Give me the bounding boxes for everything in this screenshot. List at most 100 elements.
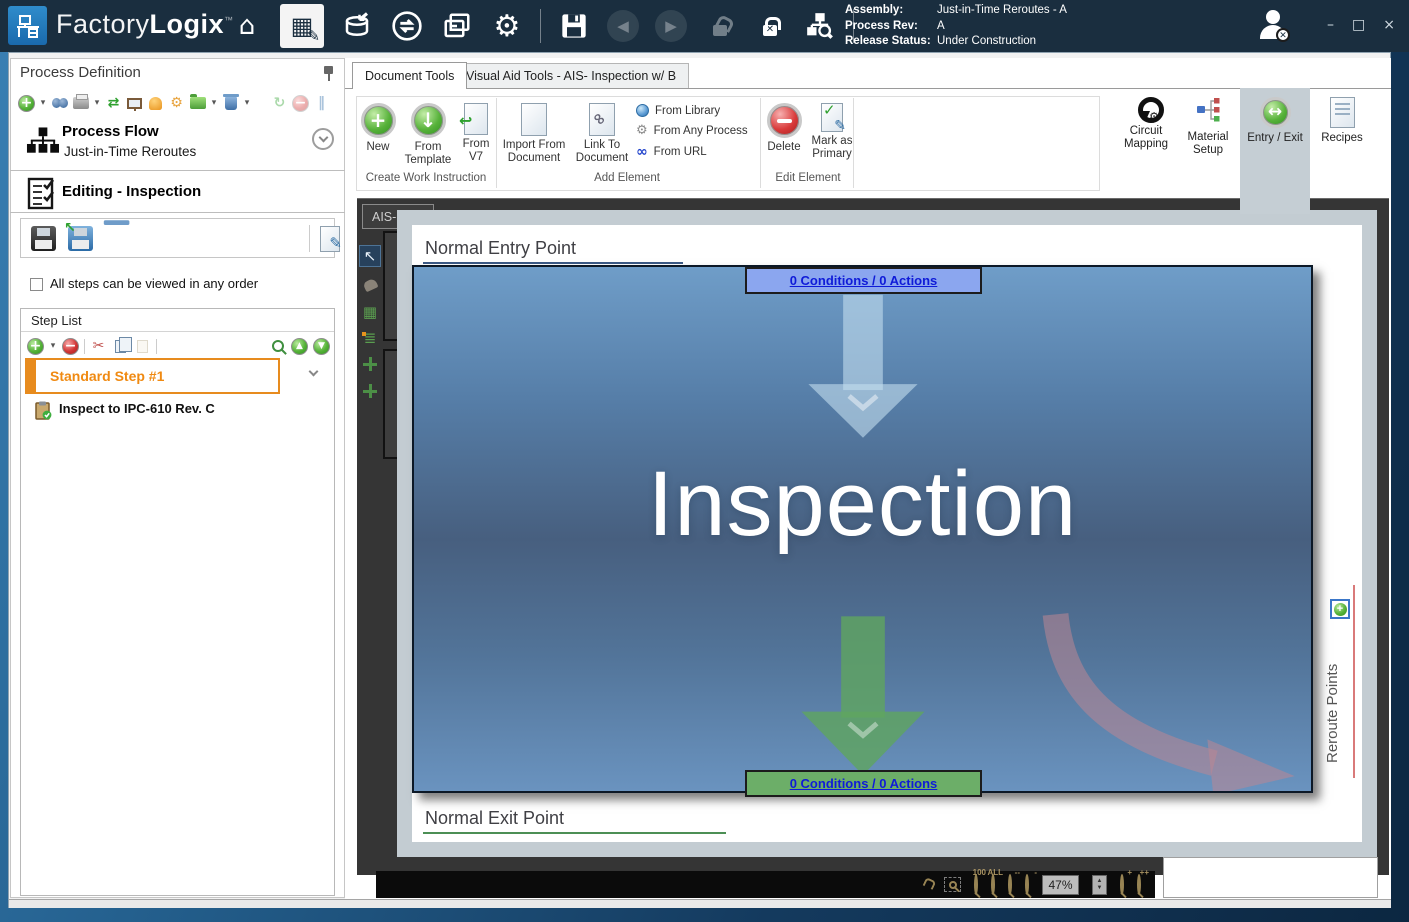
process-editor-icon[interactable]: ▦ ✎ [280, 4, 324, 48]
any-order-checkbox[interactable] [30, 278, 43, 291]
exit-underline [423, 832, 726, 834]
zoom-in-icon[interactable]: + [1120, 876, 1124, 894]
any-order-label: All steps can be viewed in any order [50, 276, 258, 291]
grid-tool-icon[interactable]: ▦ [359, 301, 381, 323]
exit-conditions-badge[interactable]: 0 Conditions / 0 Actions [745, 770, 982, 797]
recipes-button[interactable]: Recipes [1312, 97, 1372, 145]
titlebar: FactoryLogix™ ⌂ ▦ ✎ ⚙ [0, 0, 1409, 52]
entry-underline [423, 262, 683, 264]
process-rev-label: Process Rev: [845, 19, 937, 35]
documents-icon[interactable] [440, 9, 474, 43]
zoom-out-fast-icon[interactable]: -- [1008, 876, 1012, 894]
tab-document-tools[interactable]: Document Tools [352, 62, 467, 89]
export-dropdown-icon[interactable]: ▾ [210, 95, 218, 112]
circuit-mapping-button[interactable]: ⚙ Circuit Mapping [1113, 97, 1179, 151]
from-any-process-button[interactable]: ⚙From Any Process [636, 123, 748, 138]
reroute-config-icon[interactable]: ⇄ [105, 95, 122, 112]
move-down-icon[interactable]: ▼ [313, 338, 330, 355]
select-tool-icon[interactable]: ↖ [359, 245, 381, 267]
mark-as-primary-button[interactable]: ✓ ✎ Mark as Primary [806, 103, 858, 161]
entry-exit-button[interactable]: ↔ Entry / Exit [1240, 97, 1310, 145]
export-icon[interactable] [189, 95, 206, 112]
minimize-button[interactable]: – [1327, 17, 1334, 33]
save-import-icon[interactable]: ↖ [68, 226, 93, 251]
group-label-add: Add Element [497, 172, 757, 184]
print-dropdown-icon[interactable]: ▾ [93, 95, 101, 112]
from-url-button[interactable]: ∞From URL [636, 144, 748, 160]
add-reroute-button[interactable]: + [1330, 599, 1350, 619]
zoom-selection-icon[interactable] [944, 877, 961, 892]
import-from-document-button[interactable]: Import From Document [500, 103, 568, 165]
process-rev-value: A [937, 19, 945, 35]
recipes-icon [1330, 97, 1355, 128]
from-library-button[interactable]: From Library [636, 104, 748, 117]
entry-conditions-link[interactable]: 0 Conditions / 0 Actions [790, 273, 938, 288]
move-tool-icon[interactable] [359, 380, 381, 402]
pan-tool-icon[interactable] [359, 274, 381, 296]
zoom-all-icon[interactable]: ALL [991, 876, 995, 894]
add-dropdown-icon[interactable]: ▾ [39, 95, 47, 112]
from-template-button[interactable]: ↓ From Template [399, 103, 457, 167]
settings-gear-icon[interactable]: ⚙ [490, 9, 524, 43]
move-remove-tool-icon[interactable] [359, 353, 381, 375]
add-element-small-buttons: From Library ⚙From Any Process ∞From URL [636, 104, 748, 160]
zoom-in-fast-icon[interactable]: ++ [1137, 876, 1141, 894]
step-expand-chevron-icon[interactable] [309, 367, 319, 377]
delete-process-icon[interactable] [222, 95, 239, 112]
material-setup-button[interactable]: Material Setup [1179, 97, 1237, 157]
group-label-create: Create Work Instruction [357, 172, 495, 184]
presentation-icon[interactable] [126, 95, 143, 112]
add-step-dropdown-icon[interactable]: ▾ [49, 338, 57, 355]
back-icon[interactable]: ◀ [607, 10, 639, 42]
find-icon[interactable] [51, 95, 68, 112]
process-flow-box[interactable]: Inspection [412, 265, 1313, 793]
close-button[interactable]: × [1383, 17, 1395, 33]
work-instruction-label[interactable]: Inspect to IPC-610 Rev. C [59, 401, 215, 416]
maximize-button[interactable]: □ [1352, 17, 1365, 33]
unlock-icon[interactable] [703, 9, 737, 43]
print-icon[interactable] [72, 95, 89, 112]
zoom-100-icon[interactable]: 100 [974, 876, 978, 894]
new-work-instruction-button[interactable]: + New [357, 103, 399, 154]
save-icon[interactable] [557, 9, 591, 43]
zoom-out-icon[interactable]: - [1025, 876, 1029, 894]
editing-title: Editing - Inspection [62, 183, 201, 200]
add-icon[interactable]: + [18, 95, 35, 112]
remove-step-icon[interactable]: − [62, 338, 79, 355]
tab-visual-aid-tools[interactable]: Visual Aid Tools - AIS- Inspection w/ B [453, 63, 689, 88]
step-item-standard-step-1[interactable]: Standard Step #1 [25, 358, 280, 394]
user-logout-icon[interactable]: ✕ [1256, 10, 1290, 42]
alert-icon[interactable] [147, 95, 164, 112]
zoom-value-input[interactable]: 47% [1042, 875, 1079, 895]
exit-conditions-link[interactable]: 0 Conditions / 0 Actions [790, 776, 938, 791]
edit-document-icon[interactable]: ✎ [320, 226, 340, 252]
transfer-icon[interactable] [390, 9, 424, 43]
entry-exit-icon: ↔ [1260, 97, 1291, 128]
process-flow-title: Process Flow [62, 123, 159, 140]
step-list-panel: Step List + ▾ − ✂ ▲ ▼ Standard Step #1 [20, 308, 335, 896]
pin-icon[interactable] [323, 66, 335, 82]
link-to-document-button[interactable]: ∞ Link To Document [570, 103, 634, 165]
process-settings-icon[interactable]: ⚙ [168, 95, 185, 112]
process-search-icon[interactable] [803, 9, 837, 43]
zoom-step-icon[interactable] [269, 338, 286, 355]
delete-element-button[interactable]: Delete [760, 103, 808, 154]
forward-icon[interactable]: ▶ [655, 10, 687, 42]
zoom-spinner[interactable]: ▲▼ [1092, 875, 1107, 895]
copy-icon[interactable] [112, 338, 129, 355]
from-v7-button[interactable]: ↩ From V7 [455, 103, 497, 164]
add-step-icon[interactable]: + [27, 338, 44, 355]
lock-close-icon[interactable]: ✕ [753, 9, 787, 43]
align-tool-icon[interactable]: ≣ [359, 327, 381, 349]
delete-dropdown-icon[interactable]: ▾ [243, 95, 251, 112]
collapse-chevron-icon[interactable] [312, 128, 334, 150]
cut-icon[interactable]: ✂ [90, 338, 107, 355]
delete-icon [767, 103, 802, 138]
group-label-edit: Edit Element [762, 172, 854, 184]
home-icon[interactable]: ⌂ [230, 9, 264, 43]
save-step-icon[interactable] [31, 226, 56, 251]
move-up-icon[interactable]: ▲ [291, 338, 308, 355]
work-instruction-icon [34, 401, 52, 425]
entry-conditions-badge[interactable]: 0 Conditions / 0 Actions [745, 267, 982, 294]
data-import-icon[interactable] [340, 9, 374, 43]
